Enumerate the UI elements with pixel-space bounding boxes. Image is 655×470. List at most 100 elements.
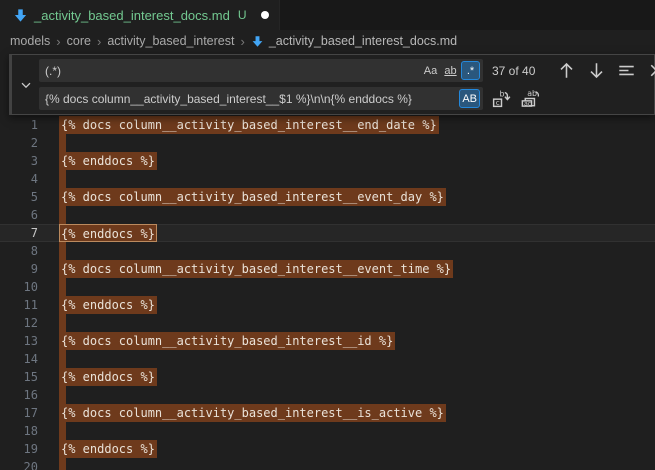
- search-match-empty-line-highlight: [59, 422, 66, 440]
- line-number[interactable]: 7: [0, 224, 38, 242]
- line-number[interactable]: 15: [0, 368, 38, 386]
- breadcrumb-item-file[interactable]: _activity_based_interest_docs.md: [269, 34, 457, 48]
- code-text[interactable]: {% enddocs %}: [59, 296, 157, 314]
- search-match-empty-line-highlight: [59, 386, 66, 404]
- search-match-empty-line-highlight: [59, 278, 66, 296]
- editor-line[interactable]: 14: [0, 350, 655, 368]
- line-number[interactable]: 3: [0, 152, 38, 170]
- editor-line[interactable]: 16: [0, 386, 655, 404]
- editor-line[interactable]: 19 {% enddocs %}: [0, 440, 655, 458]
- editor-line[interactable]: 13 {% docs column__activity_based_intere…: [0, 332, 655, 350]
- search-match-empty-line-highlight: [59, 350, 66, 368]
- code-text[interactable]: {% docs column__activity_based_interest_…: [59, 116, 439, 134]
- line-number[interactable]: 6: [0, 206, 38, 224]
- line-number[interactable]: 19: [0, 440, 38, 458]
- editor-line[interactable]: 20: [0, 458, 655, 470]
- editor-line[interactable]: 4: [0, 170, 655, 188]
- line-number[interactable]: 16: [0, 386, 38, 404]
- code-text[interactable]: {% docs column__activity_based_interest_…: [59, 260, 453, 278]
- editor-line[interactable]: 15 {% enddocs %}: [0, 368, 655, 386]
- match-case-toggle[interactable]: Aa: [421, 61, 440, 80]
- code-text[interactable]: {% docs column__activity_based_interest_…: [59, 404, 446, 422]
- line-number[interactable]: 1: [0, 116, 38, 134]
- find-in-selection-icon[interactable]: [616, 60, 637, 81]
- previous-match-arrow-up-icon[interactable]: [556, 60, 577, 81]
- line-number[interactable]: 11: [0, 296, 38, 314]
- toggle-replace-chevron-down-icon[interactable]: [18, 77, 34, 93]
- editor-line[interactable]: 6: [0, 206, 655, 224]
- find-replace-widget: (.*) Aa ab .* 37 of 40: [9, 54, 655, 115]
- markdown-file-icon: [251, 35, 264, 48]
- editor-lines: 1 {% docs column__activity_based_interes…: [0, 116, 655, 470]
- breadcrumb: models › core › activity_based_interest …: [0, 30, 655, 52]
- line-number[interactable]: 5: [0, 188, 38, 206]
- code-text[interactable]: {% enddocs %}: [59, 440, 157, 458]
- editor-line[interactable]: 2: [0, 134, 655, 152]
- match-count: 37 of 40: [492, 64, 547, 78]
- search-match-empty-line-highlight: [59, 134, 66, 152]
- editor-line[interactable]: 11 {% enddocs %}: [0, 296, 655, 314]
- line-number[interactable]: 4: [0, 170, 38, 188]
- svg-text:b: b: [500, 90, 505, 99]
- editor-line[interactable]: 8: [0, 242, 655, 260]
- line-number[interactable]: 14: [0, 350, 38, 368]
- regex-toggle[interactable]: .*: [461, 61, 480, 80]
- replace-input[interactable]: {% docs column__activity_based_interest_…: [39, 87, 483, 110]
- editor-line[interactable]: 1 {% docs column__activity_based_interes…: [0, 116, 655, 134]
- tab-filename: _activity_based_interest_docs.md: [34, 8, 230, 23]
- editor-line[interactable]: 3 {% enddocs %}: [0, 152, 655, 170]
- search-match-empty-line-highlight: [59, 314, 66, 332]
- code-text[interactable]: {% docs column__activity_based_interest_…: [59, 332, 395, 350]
- git-untracked-badge: U: [238, 8, 247, 22]
- editor-line[interactable]: 9 {% docs column__activity_based_interes…: [0, 260, 655, 278]
- unsaved-changes-dot-icon[interactable]: [261, 11, 269, 19]
- editor-line[interactable]: 5 {% docs column__activity_based_interes…: [0, 188, 655, 206]
- code-text[interactable]: {% enddocs %}: [59, 368, 157, 386]
- line-number[interactable]: 20: [0, 458, 38, 470]
- line-number[interactable]: 18: [0, 422, 38, 440]
- current-search-match[interactable]: {% enddocs %}: [59, 224, 157, 242]
- replace-row: {% docs column__activity_based_interest_…: [39, 87, 655, 110]
- breadcrumb-item-activity-based-interest[interactable]: activity_based_interest: [107, 34, 234, 48]
- svg-text:ab: ab: [527, 89, 537, 98]
- tab-activity-based-interest-docs[interactable]: _activity_based_interest_docs.md U: [0, 0, 280, 30]
- breadcrumb-item-core[interactable]: core: [67, 34, 91, 48]
- editor-line[interactable]: 18: [0, 422, 655, 440]
- svg-text:c: c: [496, 98, 500, 107]
- line-number[interactable]: 17: [0, 404, 38, 422]
- chevron-right-icon: ›: [56, 34, 60, 49]
- breadcrumb-item-models[interactable]: models: [10, 34, 50, 48]
- line-number[interactable]: 9: [0, 260, 38, 278]
- line-number[interactable]: 8: [0, 242, 38, 260]
- vscode-window: _activity_based_interest_docs.md U model…: [0, 0, 655, 470]
- next-match-arrow-down-icon[interactable]: [586, 60, 607, 81]
- line-number[interactable]: 12: [0, 314, 38, 332]
- search-match-empty-line-highlight: [59, 206, 66, 224]
- editor-line[interactable]: 17 {% docs column__activity_based_intere…: [0, 404, 655, 422]
- line-number[interactable]: 10: [0, 278, 38, 296]
- search-match-empty-line-highlight: [59, 242, 66, 260]
- preserve-case-toggle[interactable]: AB: [459, 89, 480, 108]
- editor-line[interactable]: 12: [0, 314, 655, 332]
- editor-line[interactable]: 7 {% enddocs %}: [0, 224, 655, 242]
- chevron-right-icon: ›: [97, 34, 101, 49]
- code-text[interactable]: {% enddocs %}: [59, 152, 157, 170]
- search-match-empty-line-highlight: [59, 458, 66, 470]
- replace-icon[interactable]: b c: [491, 88, 512, 109]
- code-text[interactable]: {% docs column__activity_based_interest_…: [59, 188, 446, 206]
- chevron-right-icon: ›: [240, 34, 244, 49]
- search-match-empty-line-highlight: [59, 170, 66, 188]
- line-number[interactable]: 13: [0, 332, 38, 350]
- whole-word-toggle[interactable]: ab: [441, 61, 460, 80]
- find-input[interactable]: (.*) Aa ab .*: [39, 59, 483, 82]
- tab-bar: _activity_based_interest_docs.md U: [0, 0, 655, 30]
- svg-text:ac: ac: [524, 100, 532, 107]
- replace-all-icon[interactable]: ab ac: [520, 88, 541, 109]
- close-icon[interactable]: [646, 60, 655, 81]
- markdown-file-icon: [13, 8, 28, 23]
- find-row: (.*) Aa ab .* 37 of 40: [39, 59, 655, 82]
- line-number[interactable]: 2: [0, 134, 38, 152]
- replace-value-text: {% docs column__activity_based_interest_…: [45, 92, 458, 106]
- find-query-text: (.*): [45, 64, 420, 78]
- editor-line[interactable]: 10: [0, 278, 655, 296]
